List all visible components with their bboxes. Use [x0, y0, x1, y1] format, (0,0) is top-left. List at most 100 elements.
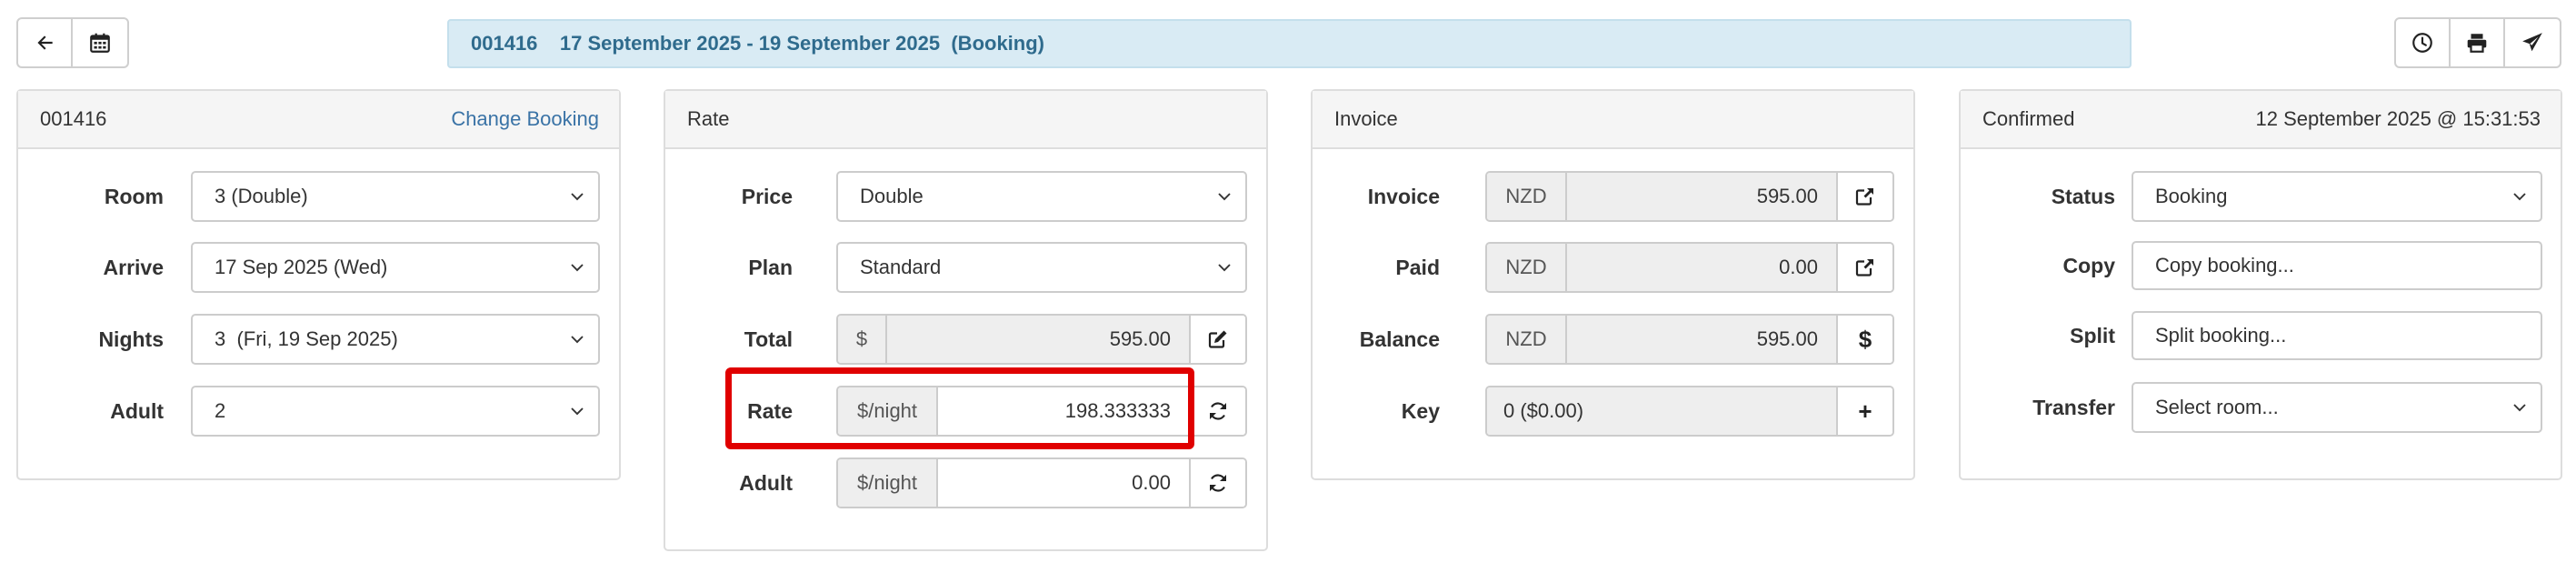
chevron-down-icon: [569, 186, 585, 203]
refresh-adult-rate-button[interactable]: [1189, 459, 1245, 507]
copy-row: Copy Copy booking...: [1961, 240, 2561, 291]
copy-booking-field[interactable]: Copy booking...: [2132, 241, 2542, 290]
invoice-panel-header: Invoice: [1313, 91, 1913, 149]
print-icon: [2467, 34, 2487, 53]
change-booking-link[interactable]: Change Booking: [451, 107, 599, 131]
key-label: Key: [1401, 398, 1440, 423]
open-payments-button[interactable]: [1836, 244, 1892, 291]
rate-input-group: $/night 198.333333: [836, 386, 1247, 437]
adult-select[interactable]: 2: [191, 386, 600, 437]
invoice-panel-title: Invoice: [1334, 107, 1398, 130]
rate-adult-row: Adult $/night 0.00: [665, 457, 1266, 508]
key-input-group: 0 ($0.00) +: [1485, 386, 1894, 437]
chevron-down-icon: [2511, 397, 2528, 414]
invoice-field: 595.00: [1567, 173, 1836, 220]
key-row: Key 0 ($0.00) +: [1313, 386, 1913, 437]
nav-button-group: [16, 17, 129, 68]
edit-icon: [1208, 330, 1227, 348]
arrive-row: Arrive 17 Sep 2025 (Wed): [18, 242, 619, 293]
adult-rate-field[interactable]: 0.00: [938, 459, 1189, 507]
external-link-icon: [1855, 188, 1873, 206]
paid-field: 0.00: [1567, 244, 1836, 291]
invoice-row: Invoice NZD 595.00: [1313, 171, 1913, 222]
key-field: 0 ($0.00): [1487, 387, 1836, 435]
paid-currency: NZD: [1487, 244, 1567, 291]
add-key-button[interactable]: +: [1836, 387, 1892, 435]
clock-icon: [2412, 33, 2432, 53]
transfer-room-select[interactable]: Select room...: [2132, 382, 2542, 433]
invoice-input-group: NZD 595.00: [1485, 171, 1894, 222]
plan-select[interactable]: Standard: [836, 242, 1247, 293]
adult-row: Adult 2: [18, 386, 619, 437]
send-button[interactable]: [2505, 19, 2560, 66]
back-arrow-icon: [37, 35, 53, 50]
rate-panel-header: Rate: [665, 91, 1266, 149]
room-label: Room: [104, 184, 164, 208]
arrive-select[interactable]: 17 Sep 2025 (Wed): [191, 242, 600, 293]
refresh-icon: [1210, 474, 1226, 492]
chevron-down-icon: [1216, 257, 1233, 274]
invoice-label: Invoice: [1367, 184, 1440, 208]
back-button[interactable]: [18, 19, 73, 66]
calendar-button[interactable]: [73, 19, 127, 66]
invoice-currency: NZD: [1487, 173, 1567, 220]
confirmed-status: Confirmed: [1982, 107, 2075, 130]
price-row: Price Double: [665, 171, 1266, 222]
copy-label: Copy: [2062, 253, 2116, 277]
edit-total-button[interactable]: [1189, 316, 1245, 363]
rate-unit: $/night: [838, 387, 938, 435]
history-button[interactable]: [2396, 19, 2451, 66]
arrive-label: Arrive: [103, 255, 164, 279]
title-date-range: 17 September 2025 - 19 September 2025: [559, 32, 941, 55]
booking-title-bar: 001416 17 September 2025 - 19 September …: [447, 19, 2132, 68]
balance-label: Balance: [1359, 327, 1440, 351]
room-row: Room 3 (Double): [18, 171, 619, 222]
balance-input-group: NZD 595.00 $: [1485, 314, 1894, 365]
paid-input-group: NZD 0.00: [1485, 242, 1894, 293]
chevron-down-icon: [569, 329, 585, 346]
title-booking-type: (Booking): [951, 32, 1045, 55]
price-label: Price: [741, 184, 793, 208]
total-input-group: $ 595.00: [836, 314, 1247, 365]
paid-label: Paid: [1395, 255, 1440, 279]
pay-balance-button[interactable]: $: [1836, 316, 1892, 363]
room-select[interactable]: 3 (Double): [191, 171, 600, 222]
rate-field[interactable]: 198.333333: [938, 387, 1189, 435]
external-link-icon: [1855, 259, 1873, 276]
nights-select[interactable]: 3 (Fri, 19 Sep 2025): [191, 314, 600, 365]
total-currency: $: [838, 316, 887, 363]
nights-row: Nights 3 (Fri, 19 Sep 2025): [18, 314, 619, 365]
paid-row: Paid NZD 0.00: [1313, 242, 1913, 293]
split-booking-field[interactable]: Split booking...: [2132, 311, 2542, 360]
refresh-rate-button[interactable]: [1189, 387, 1245, 435]
rate-row: Rate $/night 198.333333: [665, 386, 1266, 437]
status-select[interactable]: Booking: [2132, 171, 2542, 222]
print-button[interactable]: [2451, 19, 2505, 66]
adult-label: Adult: [110, 398, 164, 423]
status-label: Status: [2051, 184, 2115, 208]
status-row: Status Booking: [1961, 171, 2561, 222]
balance-currency: NZD: [1487, 316, 1567, 363]
price-select[interactable]: Double: [836, 171, 1247, 222]
split-label: Split: [2070, 323, 2115, 347]
total-label: Total: [744, 327, 793, 351]
nights-label: Nights: [98, 327, 164, 351]
action-button-group: [2394, 17, 2561, 68]
refresh-icon: [1210, 402, 1226, 420]
plan-label: Plan: [748, 255, 793, 279]
balance-row: Balance NZD 595.00 $: [1313, 314, 1913, 365]
chevron-down-icon: [2511, 186, 2528, 203]
rate-panel: Rate Price Double Plan Standard Total $ …: [664, 89, 1268, 551]
adult-rate-unit: $/night: [838, 459, 938, 507]
chevron-down-icon: [569, 401, 585, 417]
open-invoice-button[interactable]: [1836, 173, 1892, 220]
calendar-icon: [90, 33, 110, 53]
total-field: 595.00: [887, 316, 1189, 363]
status-panel: Confirmed 12 September 2025 @ 15:31:53 S…: [1959, 89, 2562, 480]
chevron-down-icon: [1216, 186, 1233, 203]
rate-adult-label: Adult: [739, 470, 793, 495]
status-panel-header: Confirmed 12 September 2025 @ 15:31:53: [1961, 91, 2561, 149]
total-row: Total $ 595.00: [665, 314, 1266, 365]
booking-panel: 001416 Change Booking Room 3 (Double) Ar…: [16, 89, 621, 480]
rate-label: Rate: [747, 398, 793, 423]
